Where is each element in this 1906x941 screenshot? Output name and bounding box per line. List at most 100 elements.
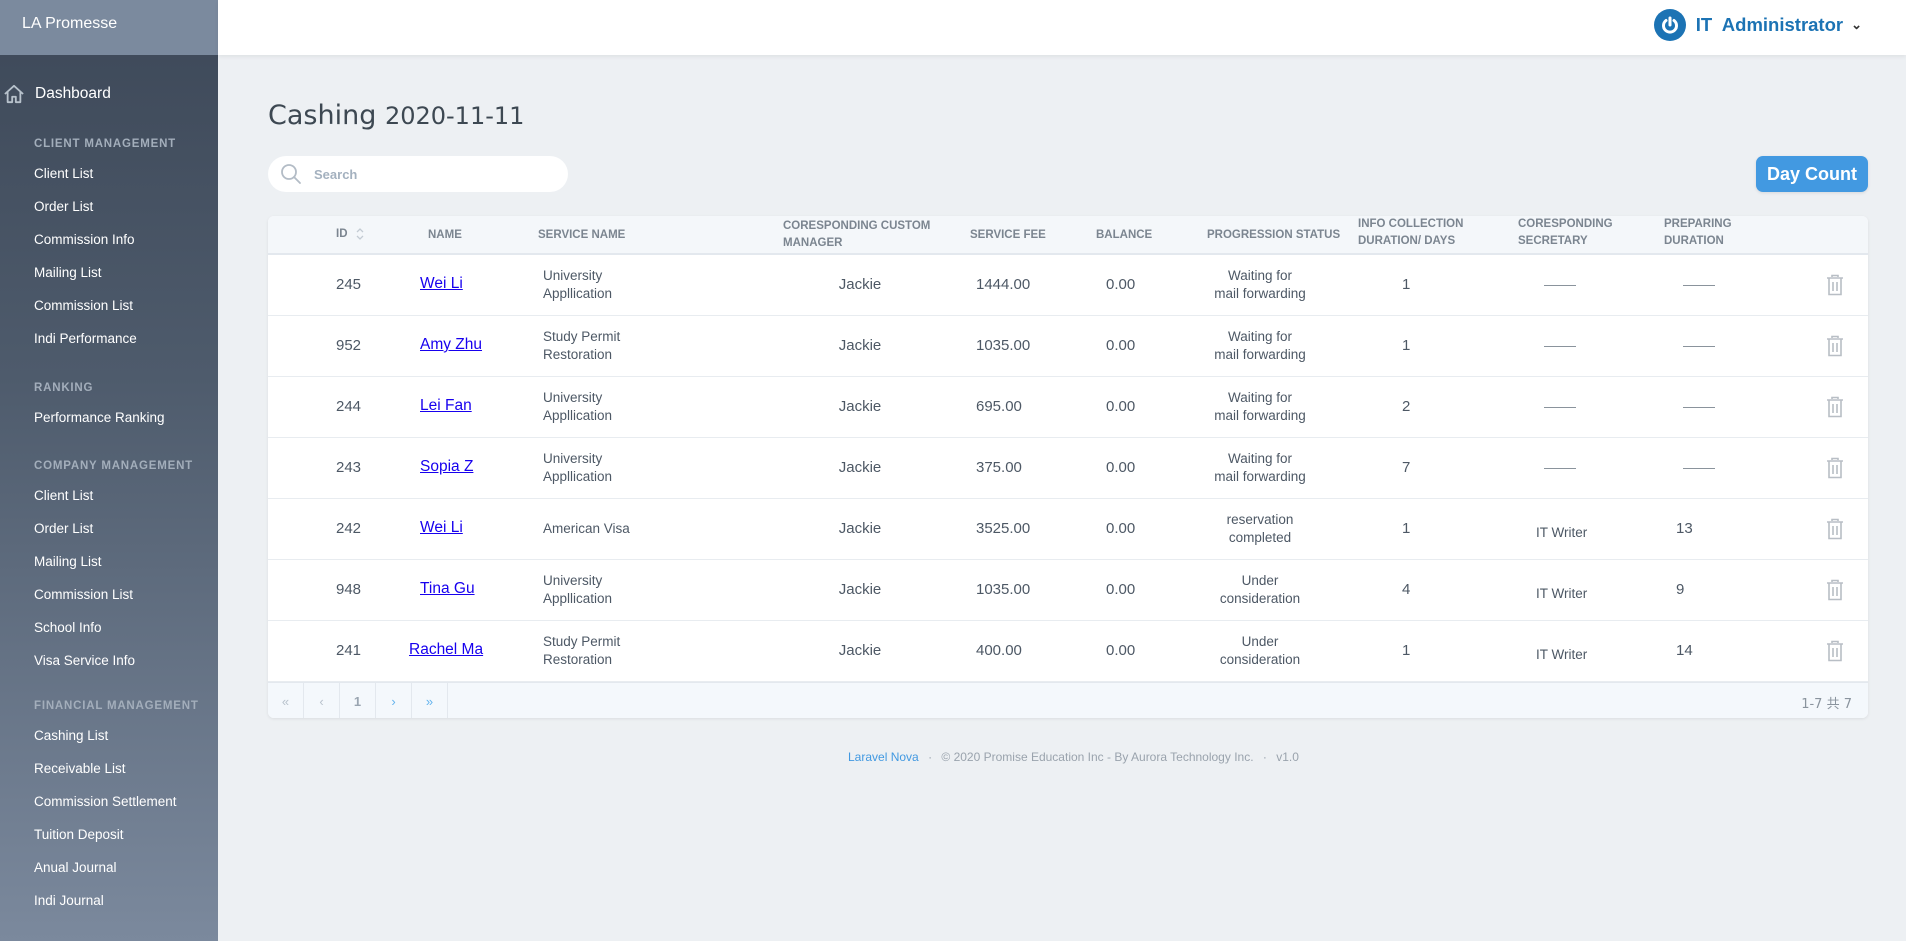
sidebar-item-commission-info[interactable]: Commission Info [34,232,135,247]
table-row[interactable]: 241 Rachel Ma Study Permit Restoration Jacki… [268,621,1868,682]
sidebar-item-mailing-list[interactable]: Mailing List [34,554,102,569]
sidebar-item-tuition-deposit[interactable]: Tuition Deposit [34,827,124,842]
cell-status: Waiting for mail forwarding [1198,328,1322,364]
cell-line: Waiting for [1227,268,1293,283]
client-name-link[interactable]: Amy Zhu [420,336,482,353]
sidebar-item-commission-list[interactable]: Commission List [34,298,133,313]
cell-line: Waiting for [1227,390,1293,405]
sidebar-item-cashing-list[interactable]: Cashing List [34,728,108,743]
cell-fee: 375.00 [976,459,1022,476]
brand-logo[interactable]: LA Promesse [0,0,218,55]
table-row[interactable]: 952 Amy Zhu Study Permit Restoration Jackie 1… [268,316,1868,377]
cell-status: Under consideration [1198,633,1322,669]
cell-manager: Jackie [838,642,882,659]
sidebar-item-visa-service-info[interactable]: Visa Service Info [34,653,135,668]
client-name-link[interactable]: Tina Gu [420,580,475,597]
prev-page-button[interactable]: ‹ [304,683,340,718]
sidebar-item-client-list[interactable]: Client List [34,166,93,181]
cell-line: completed [1228,530,1292,545]
sidebar-item-receivable-list[interactable]: Receivable List [34,761,126,776]
sidebar-item-commission-list[interactable]: Commission List [34,587,133,602]
footer: Laravel Nova · © 2020 Promise Education … [848,750,1299,764]
column-header-balance: BALANCE [1096,229,1153,241]
cell-line: Restoration [543,652,613,667]
user-menu[interactable]: IT Administrator ⌄ [1653,9,1862,41]
table-row[interactable]: 242 Wei Li American Visa Jackie 3525.00 0.00 r… [268,499,1868,560]
sidebar-item-indi-performance[interactable]: Indi Performance [34,331,137,346]
sidebar-item-order-list[interactable]: Order List [34,521,93,536]
table-row[interactable]: 245 Wei Li University Appllication Jackie 144… [268,255,1868,316]
trash-icon[interactable] [1826,274,1844,296]
laravel-nova-link[interactable]: Laravel Nova [848,750,919,764]
cell-status: Waiting for mail forwarding [1198,267,1322,303]
home-icon [4,84,24,104]
sidebar-item-dashboard[interactable]: Dashboard [0,84,111,104]
cell-line: University [543,390,603,405]
sidebar-item-mailing-list[interactable]: Mailing List [34,265,102,280]
column-header-name: NAME [428,229,462,241]
cell-id: 244 [336,398,362,415]
empty-dash [1683,345,1715,347]
sidebar-item-performance-ranking[interactable]: Performance Ranking [34,410,165,425]
cell-manager: Jackie [838,520,882,537]
cell-line: mail forwarding [1214,469,1306,484]
day-count-button[interactable]: Day Count [1756,156,1868,192]
table-row[interactable]: 948 Tina Gu University Appllication Jackie 10… [268,560,1868,621]
cell-balance: 0.00 [1106,642,1136,659]
trash-icon[interactable] [1826,396,1844,418]
sidebar-item-order-list[interactable]: Order List [34,199,93,214]
cell-line: Study Permit [543,634,621,649]
footer-version: v1.0 [1276,750,1299,764]
empty-dash [1544,406,1576,408]
cell-id: 242 [336,520,362,537]
client-name-link[interactable]: Wei Li [420,275,463,292]
table-row[interactable]: 244 Lei Fan University Appllication Jackie 69… [268,377,1868,438]
cell-fee: 3525.00 [976,520,1031,537]
trash-icon[interactable] [1826,457,1844,479]
cell-id: 241 [336,642,362,659]
page-1-button[interactable]: 1 [340,683,376,718]
first-page-button[interactable]: « [268,683,304,718]
trash-icon[interactable] [1826,518,1844,540]
cell-preparing-empty [1683,337,1715,355]
cell-id: 948 [336,581,362,598]
cell-manager: Jackie [838,337,882,354]
cell-status: Waiting for mail forwarding [1198,450,1322,486]
cell-preparing: 14 [1676,642,1693,659]
cell-service: University Appllication [543,572,612,608]
cell-preparing-empty [1683,276,1715,294]
sidebar-item-school-info[interactable]: School Info [34,620,102,635]
sort-icon[interactable] [355,227,365,241]
search-box[interactable] [268,156,568,192]
trash-icon[interactable] [1826,640,1844,662]
last-page-button[interactable]: » [412,683,448,718]
pagination: « ‹ 1 › » 1-7 共 7 [268,682,1868,718]
trash-icon[interactable] [1826,579,1844,601]
cell-balance: 0.00 [1106,337,1136,354]
cell-secretary: IT Writer [1536,525,1588,540]
cell-line: mail forwarding [1214,347,1306,362]
sidebar-item-commission-settlement[interactable]: Commission Settlement [34,794,177,809]
header-line: CORESPONDING [1518,218,1613,230]
sidebar-item-anual-journal[interactable]: Anual Journal [34,860,117,875]
client-name-link[interactable]: Lei Fan [420,397,472,414]
header-line: DURATION [1664,235,1724,247]
client-name-link[interactable]: Wei Li [420,519,463,536]
page-title-text: Cashing [268,100,377,131]
sidebar-item-indi-journal[interactable]: Indi Journal [34,893,104,908]
search-input[interactable] [314,166,544,182]
table-row[interactable]: 243 Sopia Z University Appllication Jackie 37… [268,438,1868,499]
cell-line: Waiting for [1227,329,1293,344]
header-line: INFO COLLECTION [1358,218,1464,230]
client-name-link[interactable]: Sopia Z [420,458,473,475]
client-name-link[interactable]: Rachel Ma [409,641,483,658]
cell-line: American Visa [543,521,630,536]
column-header-id[interactable]: ID [336,226,365,243]
trash-icon[interactable] [1826,335,1844,357]
next-page-button[interactable]: › [376,683,412,718]
sidebar-item-client-list[interactable]: Client List [34,488,93,503]
column-header-info: INFO COLLECTION DURATION/ DAYS [1358,216,1463,250]
cell-preparing: 9 [1676,581,1685,598]
sidebar-section-heading: RANKING [34,382,94,394]
column-header-status: PROGRESSION STATUS [1207,229,1341,241]
